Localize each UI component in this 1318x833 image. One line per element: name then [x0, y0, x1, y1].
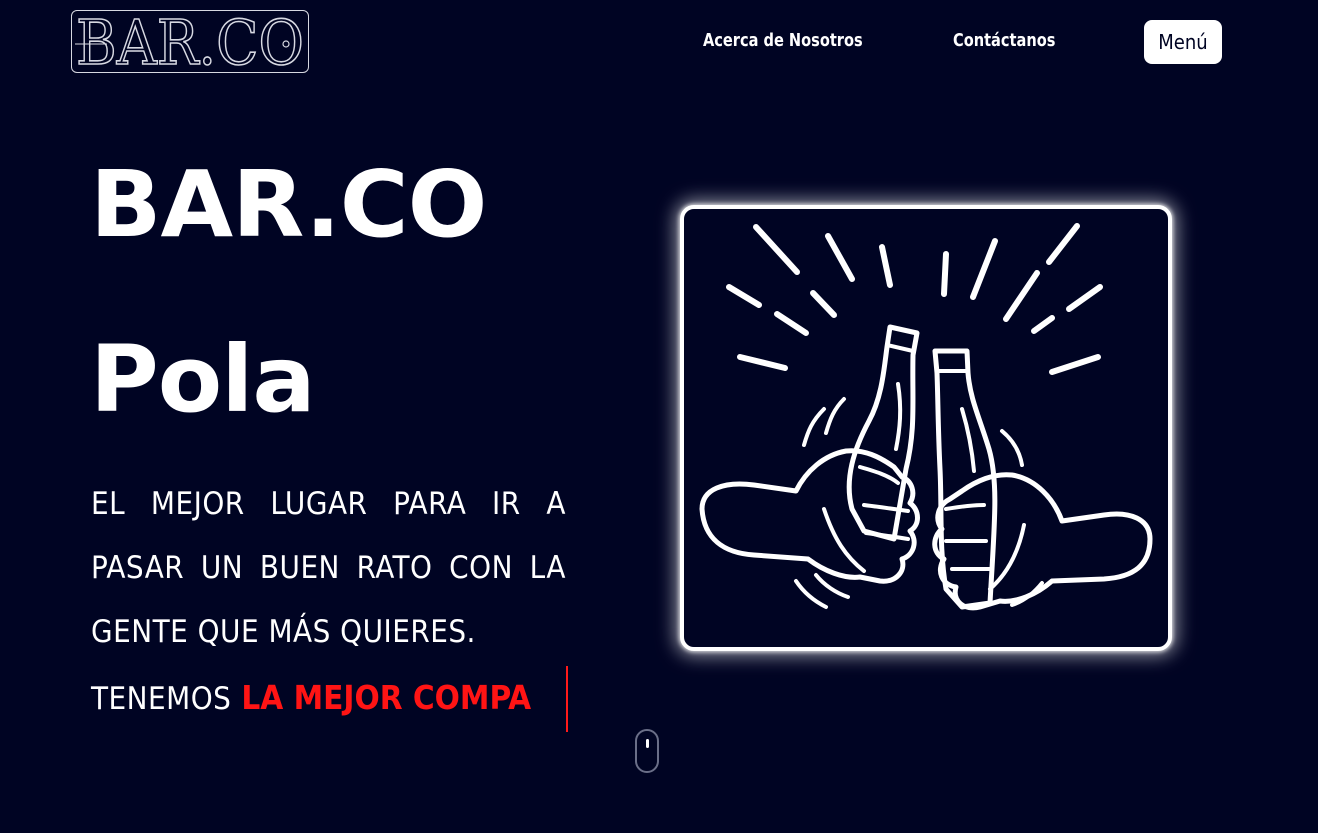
left-hand [699, 448, 920, 584]
nav-link-contact[interactable]: Contáctanos [953, 28, 1055, 54]
hero-title: BAR.CO [90, 151, 487, 258]
typed-highlight: LA MEJOR COMPA [241, 678, 532, 717]
tagline-prefix: TENEMOS [91, 681, 232, 717]
scroll-wheel-dot [646, 739, 649, 748]
typewriter-text: LA MEJOR COMPA [241, 666, 569, 732]
logo[interactable]: BAR.CO [71, 10, 309, 73]
hero-tagline: TENEMOS LA MEJOR COMPA [91, 666, 569, 732]
hero-subtitle: Pola [90, 326, 316, 433]
bottles-toast-icon [699, 223, 1153, 611]
hero-image [680, 205, 1172, 651]
hero-description: El mejor lugar para ir a pasar un buen r… [91, 486, 566, 650]
mouse-scroll-icon[interactable] [635, 729, 659, 773]
nav-link-about[interactable]: Acerca de Nosotros [703, 28, 863, 54]
svg-text:BAR.CO: BAR.CO [76, 13, 304, 71]
menu-button[interactable]: Menú [1144, 20, 1222, 64]
logo-wordmark-icon: BAR.CO [75, 13, 305, 71]
